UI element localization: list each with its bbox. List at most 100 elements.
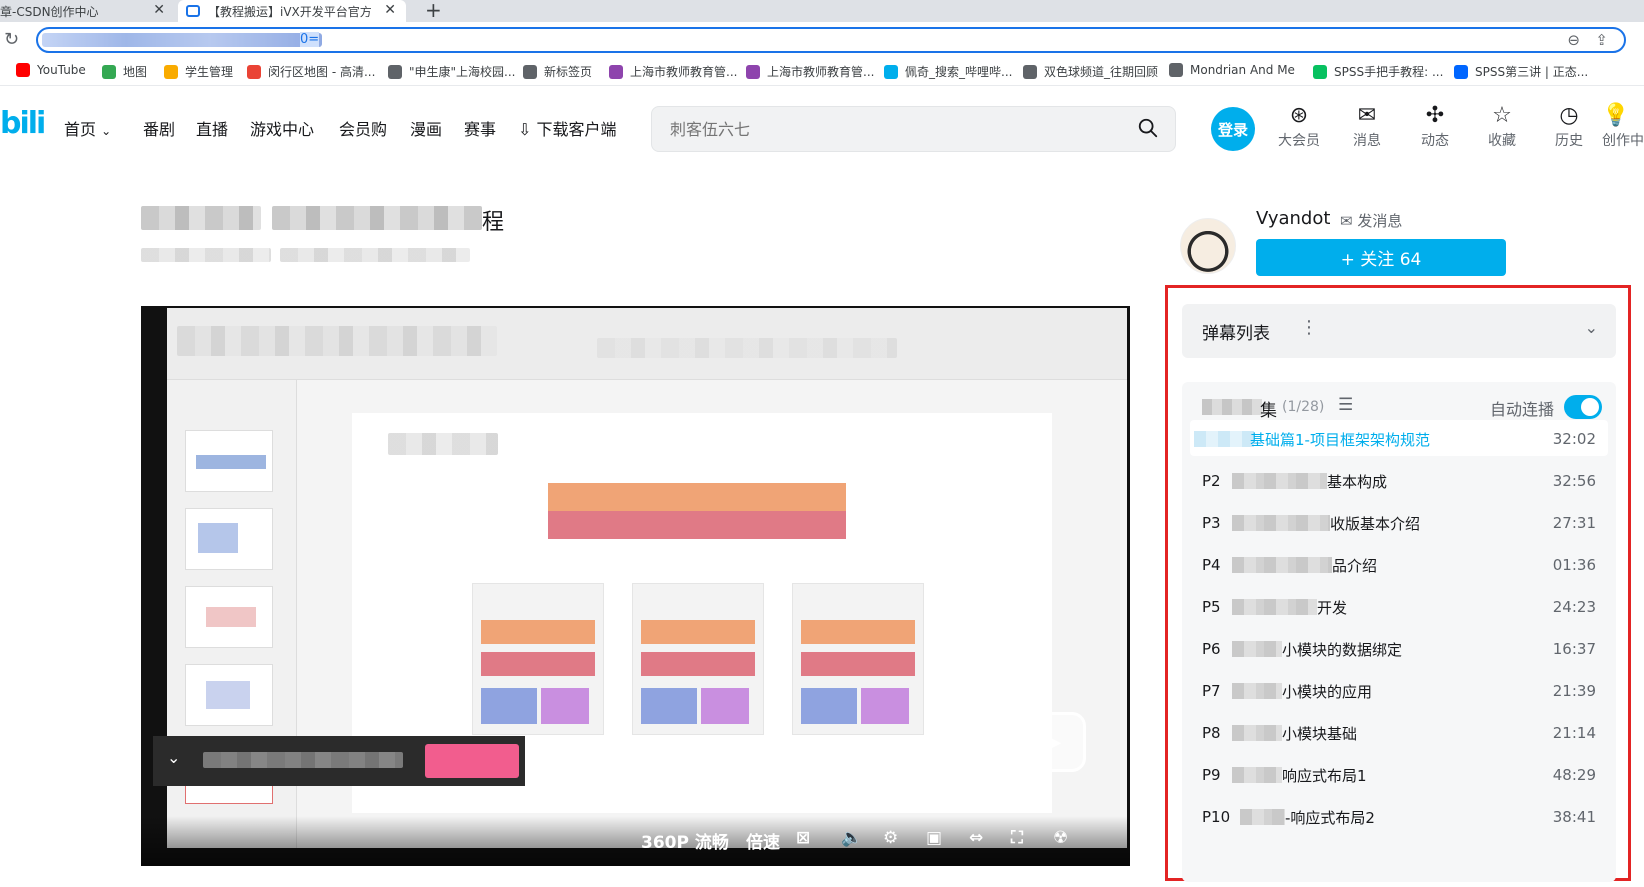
episode-title: 小模块的数据绑定	[1282, 641, 1403, 659]
download-icon: ⇩	[518, 120, 532, 139]
bookmark-favicon-icon	[247, 64, 261, 79]
subtitle-off-icon[interactable]: ⊠	[796, 828, 810, 848]
send-danmaku-button[interactable]	[425, 744, 519, 778]
episode-item[interactable]: P4 品介绍 01:36	[1190, 546, 1608, 582]
video-title-visible: 程	[482, 210, 505, 235]
nav-esports[interactable]: 赛事	[464, 116, 496, 140]
web-fullscreen-icon[interactable]: ⛶	[1011, 828, 1023, 848]
uploader-name[interactable]: Vyandot	[1256, 208, 1330, 229]
bookmark-item[interactable]: 上海市教师教育管...	[746, 63, 874, 80]
follow-button[interactable]: + 关注 64	[1256, 239, 1506, 276]
episode-item[interactable]: P3 收版基本介绍 27:31	[1190, 504, 1608, 540]
header-favorites[interactable]: ☆ 收藏	[1477, 102, 1527, 150]
mini-player-tv-icon[interactable]: ▶	[1020, 712, 1086, 772]
share-icon[interactable]: ⇪	[1595, 31, 1608, 49]
header-messages[interactable]: ✉ 消息	[1342, 102, 1392, 150]
header-dynamics[interactable]: ✣ 动态	[1410, 102, 1460, 150]
nav-anime[interactable]: 番剧	[143, 116, 175, 140]
lightbulb-icon: 💡	[1602, 103, 1630, 128]
speed-selector[interactable]: 倍速	[746, 828, 780, 853]
search-input[interactable]	[670, 117, 1110, 141]
bookmark-favicon-icon	[164, 64, 178, 79]
episode-item[interactable]: P6 小模块的数据绑定 16:37	[1190, 630, 1608, 666]
bilibili-logo[interactable]: bili	[0, 106, 46, 141]
header-history[interactable]: ◷ 历史	[1544, 102, 1594, 150]
volume-icon[interactable]: 🔈	[841, 828, 862, 848]
episode-number: P5	[1202, 598, 1221, 616]
zoom-icon[interactable]: ⊖	[1567, 31, 1580, 49]
bookmark-label: 双色球频道_往期回顾	[1044, 65, 1159, 79]
widescreen-icon[interactable]: ⇔	[969, 828, 983, 848]
nav-download-client[interactable]: ⇩ 下载客户端	[518, 116, 617, 140]
picture-in-picture-icon[interactable]: ▣	[926, 828, 942, 848]
episode-title: 品介绍	[1332, 557, 1378, 575]
bookmark-item[interactable]: YouTube	[16, 63, 86, 77]
episode-item[interactable]: 基础篇1-项目框架架构规范 32:02	[1190, 420, 1608, 456]
bookmark-item[interactable]: 佩奇_搜索_哔哩哔...	[884, 63, 1012, 80]
nav-home[interactable]: 首页 ⌄	[64, 116, 111, 140]
search-icon[interactable]	[1137, 117, 1159, 139]
video-player[interactable]: ⌄ 360P 流畅 倍速 ⊠ 🔈 ⚙ ▣ ⇔ ⛶ ☢	[141, 306, 1130, 866]
episode-duration: 21:39	[1552, 682, 1596, 700]
episode-number: P3	[1202, 514, 1221, 532]
autoplay-toggle[interactable]	[1564, 395, 1602, 419]
episode-number: P8	[1202, 724, 1221, 742]
episode-duration: 32:56	[1552, 472, 1596, 490]
header-vip[interactable]: ⊛ 大会员	[1274, 102, 1324, 150]
tab-label: 【教程搬运】iVX开发平台官方	[208, 4, 372, 19]
danmaku-input-redacted: ⌄	[153, 736, 525, 786]
bookmark-item[interactable]: 新标签页	[523, 63, 592, 80]
fullscreen-icon[interactable]: ☢	[1053, 828, 1068, 848]
login-button[interactable]: 登录	[1211, 107, 1255, 151]
bookmark-favicon-icon	[1454, 64, 1468, 79]
quality-selector[interactable]: 360P 流畅	[641, 828, 729, 853]
nav-manga[interactable]: 漫画	[410, 116, 442, 140]
episode-duration: 01:36	[1552, 556, 1596, 574]
bookmark-favicon-icon	[609, 64, 623, 79]
reload-icon[interactable]: ↻	[4, 29, 19, 50]
bookmark-item[interactable]: Mondrian And Me	[1169, 63, 1295, 77]
chevron-down-icon[interactable]: ⌄	[167, 748, 180, 767]
bookmark-item[interactable]: 学生管理	[164, 63, 233, 80]
bookmark-item[interactable]: 双色球频道_往期回顾	[1023, 63, 1158, 80]
close-tab-icon[interactable]: ✕	[384, 2, 396, 18]
mail-icon: ✉	[1340, 212, 1353, 230]
more-options-icon[interactable]: ⋮	[1300, 317, 1318, 338]
send-message-link[interactable]: ✉ 发消息	[1340, 210, 1402, 231]
avatar[interactable]	[1180, 218, 1236, 274]
episode-number: P9	[1202, 766, 1221, 784]
tab-bilibili[interactable]: 【教程搬运】iVX开发平台官方 ✕	[178, 0, 406, 22]
episode-item[interactable]: P9 响应式布局1 48:29	[1190, 756, 1608, 792]
episode-item[interactable]: P8 小模块基础 21:14	[1190, 714, 1608, 750]
bookmark-item[interactable]: SPSS第三讲 | 正态...	[1454, 63, 1588, 80]
episode-item[interactable]: P7 小模块的应用 21:39	[1190, 672, 1608, 708]
tab-csdn[interactable]: 章-CSDN创作中心 ✕	[0, 0, 175, 22]
chevron-down-icon[interactable]: ⌄	[1585, 318, 1598, 337]
bookmark-item[interactable]: 地图	[102, 63, 147, 80]
list-icon[interactable]: ☰	[1338, 395, 1353, 415]
bookmark-item[interactable]: "申生康"上海校园...	[388, 63, 515, 80]
nav-shop[interactable]: 会员购	[339, 116, 387, 140]
nav-game-center[interactable]: 游戏中心	[250, 116, 314, 140]
episode-title: 小模块的应用	[1282, 683, 1373, 701]
gear-icon[interactable]: ⚙	[883, 828, 898, 848]
new-tab-icon[interactable]: +	[425, 0, 442, 22]
bookmark-favicon-icon	[1023, 64, 1037, 79]
bookmark-item[interactable]: SPSS手把手教程: ...	[1313, 63, 1443, 80]
bookmark-item[interactable]: 上海市教师教育管...	[609, 63, 737, 80]
episode-item[interactable]: P2 基本构成 32:56	[1190, 462, 1608, 498]
episode-item[interactable]: P10 -响应式布局2 38:41	[1190, 798, 1608, 834]
episode-title-redacted	[1232, 599, 1317, 615]
episode-duration: 16:37	[1552, 640, 1596, 658]
danmaku-list-panel[interactable]: 弹幕列表 ⋮ ⌄	[1182, 304, 1616, 358]
playlist-count: (1/28)	[1282, 399, 1325, 415]
episode-list: 集 (1/28) ☰ 自动连播 基础篇1-项目框架架构规范 32:02 P2 基本构成…	[1182, 382, 1616, 882]
close-tab-icon[interactable]: ✕	[153, 2, 165, 18]
url-field[interactable]: 0= ⊖ ⇪	[36, 27, 1626, 53]
bookmark-item[interactable]: 闵行区地图 - 高清...	[247, 63, 375, 80]
episode-item[interactable]: P5 开发 24:23	[1190, 588, 1608, 624]
episode-duration: 21:14	[1552, 724, 1596, 742]
nav-live[interactable]: 直播	[196, 116, 228, 140]
player-controls: 360P 流畅 倍速 ⊠ 🔈 ⚙ ▣ ⇔ ⛶ ☢	[141, 816, 1130, 866]
header-creator[interactable]: 💡 创作中	[1602, 102, 1644, 150]
